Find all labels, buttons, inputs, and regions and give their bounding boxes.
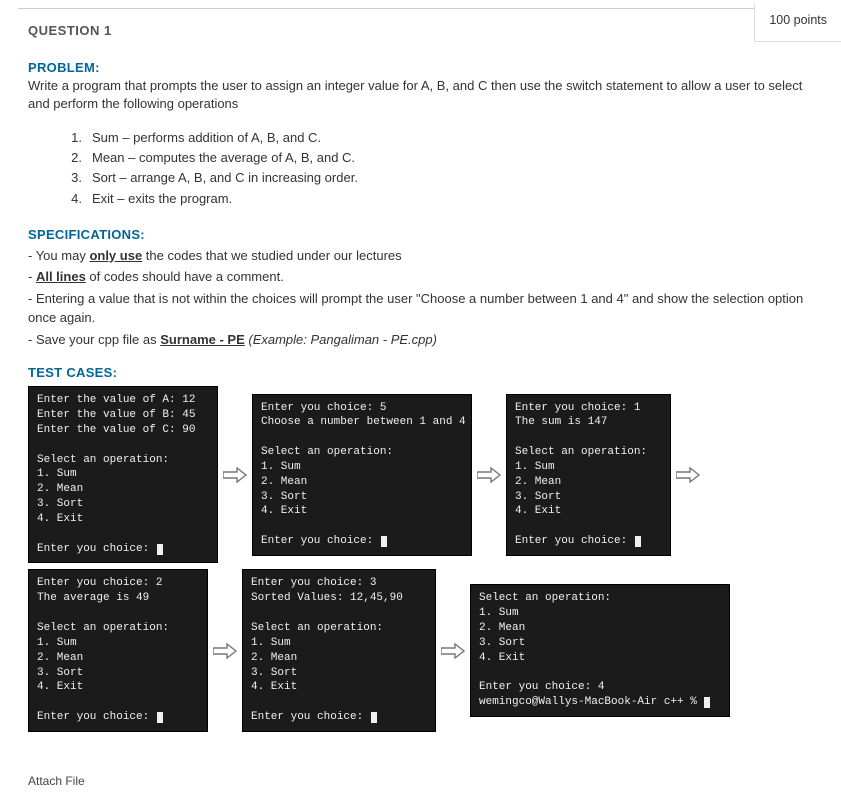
cursor-icon [157,544,163,555]
list-item: 1. Sum – performs addition of A, B, and … [68,128,813,148]
question-number: QUESTION 1 [0,23,112,38]
testcases-heading: TEST CASES: [28,365,813,380]
arrow-right-icon [218,467,252,483]
terminal-output: Enter you choice: 5 Choose a number betw… [252,394,472,556]
question-header: QUESTION 1 100 points [0,9,841,42]
arrow-right-icon [472,467,506,483]
test-cases-area: Enter the value of A: 12 Enter the value… [28,386,813,732]
cursor-icon [371,712,377,723]
terminal-output: Enter you choice: 3 Sorted Values: 12,45… [242,569,436,731]
problem-heading: PROBLEM: [28,60,813,75]
points-badge: 100 points [754,3,841,42]
list-item: 3. Sort – arrange A, B, and C in increas… [68,168,813,188]
cursor-icon [704,697,710,708]
list-item: 4. Exit – exits the program. [68,189,813,209]
arrow-right-icon [671,467,705,483]
terminal-output: Enter the value of A: 12 Enter the value… [28,386,218,563]
specifications-list: - You may only use the codes that we stu… [28,246,813,350]
operations-list: 1. Sum – performs addition of A, B, and … [68,128,813,209]
question-body: PROBLEM: Write a program that prompts th… [0,42,841,756]
cursor-icon [381,536,387,547]
specifications-heading: SPECIFICATIONS: [28,227,813,242]
terminal-output: Select an operation: 1. Sum 2. Mean 3. S… [470,584,730,717]
spec-item: - You may only use the codes that we stu… [28,246,813,266]
attach-file-link[interactable]: Attach File [0,756,841,798]
terminal-output: Enter you choice: 1 The sum is 147 Selec… [506,394,671,556]
spec-item: - Save your cpp file as Surname - PE (Ex… [28,330,813,350]
arrow-right-icon [436,643,470,659]
testcase-row-2: Enter you choice: 2 The average is 49 Se… [28,569,813,731]
terminal-output: Enter you choice: 2 The average is 49 Se… [28,569,208,731]
spec-item: - All lines of codes should have a comme… [28,267,813,287]
cursor-icon [157,712,163,723]
list-item: 2. Mean – computes the average of A, B, … [68,148,813,168]
problem-text: Write a program that prompts the user to… [28,77,813,112]
testcase-row-1: Enter the value of A: 12 Enter the value… [28,386,813,563]
cursor-icon [635,536,641,547]
arrow-right-icon [208,643,242,659]
spec-item: - Entering a value that is not within th… [28,289,813,328]
